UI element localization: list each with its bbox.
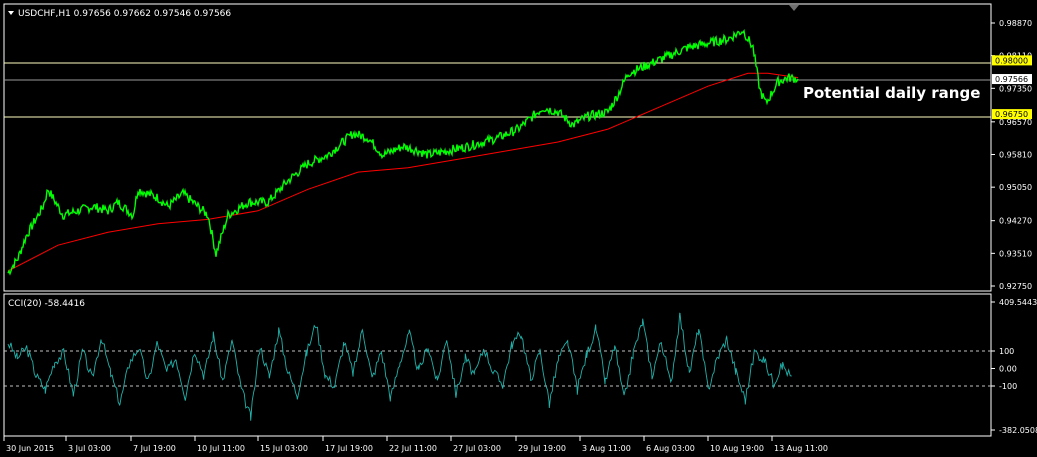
dropdown-arrow-icon[interactable] — [8, 11, 14, 15]
cci-panel-frame — [3, 293, 992, 437]
time-axis: 30 Jun 2015 3 Jul 03:00 7 Jul 19:00 10 Jul … — [3, 436, 828, 453]
time-tick-label: 15 Jul 03:00 — [260, 444, 308, 453]
time-tick-label: 22 Jul 11:00 — [389, 444, 437, 453]
price-tick-label: 0.97350 — [999, 84, 1032, 93]
cci-series — [7, 312, 792, 421]
symbol-header: USDCHF,H1 0.97656 0.97662 0.97546 0.9756… — [18, 9, 231, 19]
cci-tick-label: -100 — [999, 382, 1017, 391]
price-tick-label: 0.95810 — [999, 151, 1032, 160]
cci-tick-label: -382.0508 — [999, 426, 1037, 435]
time-tick-label: 7 Jul 19:00 — [133, 444, 176, 453]
daily-range-annotation: Potential daily range — [803, 84, 980, 102]
time-tick-label: 3 Jul 03:00 — [68, 444, 111, 453]
cci-tick-label: 0.00 — [999, 365, 1017, 374]
shift-marker-icon[interactable] — [789, 5, 799, 11]
hline-label: 0.96750 — [995, 110, 1028, 119]
time-tick-label: 10 Aug 19:00 — [710, 444, 764, 453]
cci-axis: 409.5443 100 0.00 -100 -382.0508 — [991, 298, 1037, 435]
price-tick-label: 0.93510 — [999, 249, 1032, 258]
price-line — [7, 28, 799, 276]
time-tick-label: 3 Aug 11:00 — [582, 444, 631, 453]
price-panel-frame — [3, 3, 992, 292]
price-series — [7, 28, 799, 276]
time-tick-label: 17 Jul 19:00 — [325, 444, 373, 453]
price-tick-label: 0.95050 — [999, 183, 1032, 192]
time-tick-label: 10 Jul 11:00 — [197, 444, 245, 453]
price-tick-label: 0.98870 — [999, 19, 1032, 28]
time-tick-label: 13 Aug 11:00 — [774, 444, 828, 453]
cci-tick-label: 100 — [999, 347, 1014, 356]
price-tick-label: 0.92750 — [999, 282, 1032, 291]
cci-tick-label: 409.5443 — [999, 298, 1037, 307]
time-tick-label: 27 Jul 03:00 — [453, 444, 501, 453]
time-tick-label: 6 Aug 03:00 — [646, 444, 695, 453]
time-tick-label: 29 Jul 19:00 — [518, 444, 566, 453]
hline-label: 0.97566 — [995, 75, 1028, 84]
cci-line — [7, 312, 792, 421]
chart-canvas[interactable]: USDCHF,H1 0.97656 0.97662 0.97546 0.9756… — [0, 0, 1037, 457]
cci-header: CCI(20) -58.4416 — [8, 299, 85, 309]
price-tick-label: 0.94270 — [999, 217, 1032, 226]
time-tick-label: 30 Jun 2015 — [6, 444, 54, 453]
hline-label: 0.98000 — [995, 56, 1028, 65]
moving-average-series — [7, 72, 799, 272]
ma-line — [7, 72, 799, 272]
price-tick-label: 0.96570 — [999, 118, 1032, 127]
